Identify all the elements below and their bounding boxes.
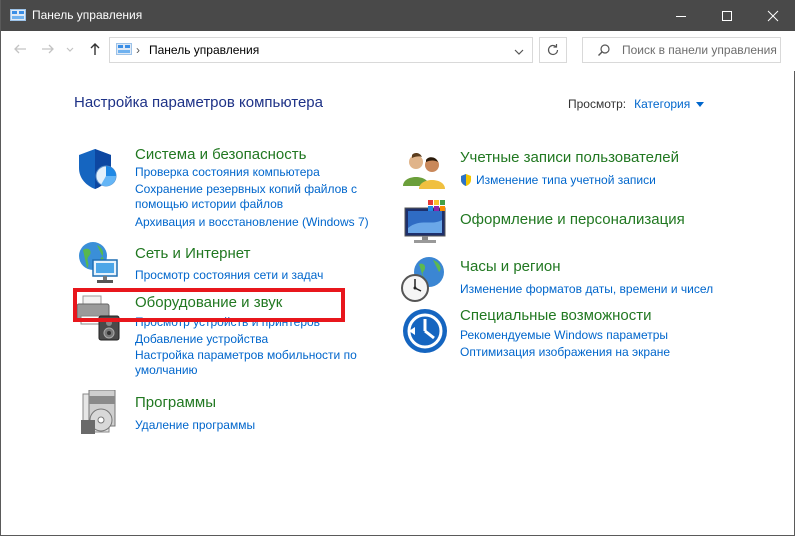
- monitor-palette-icon[interactable]: [402, 200, 450, 251]
- view-by-dropdown[interactable]: Категория: [634, 97, 690, 111]
- refresh-button[interactable]: [539, 37, 567, 63]
- link-optimize-display[interactable]: Оптимизация изображения на экране: [460, 344, 670, 360]
- programs-disk-icon[interactable]: [79, 389, 119, 441]
- link-date-time-formats[interactable]: Изменение форматов даты, времени и чисел: [460, 281, 713, 297]
- navigation-bar: › Панель управления Поиск в панели управ…: [1, 31, 795, 71]
- search-placeholder[interactable]: Поиск в панели управления: [622, 43, 777, 57]
- search-box[interactable]: Поиск в панели управления: [582, 37, 781, 63]
- back-arrow-icon[interactable]: [12, 41, 30, 59]
- minimize-button[interactable]: [658, 0, 704, 31]
- maximize-button[interactable]: [704, 0, 750, 31]
- link-backup-file-history-cont[interactable]: помощью истории файлов: [135, 196, 283, 212]
- up-arrow-icon[interactable]: [87, 41, 105, 59]
- chevron-down-icon[interactable]: [514, 44, 524, 62]
- link-mobility-settings-cont[interactable]: умолчанию: [135, 362, 198, 378]
- address-bar[interactable]: › Панель управления: [109, 37, 533, 63]
- shield-icon[interactable]: [75, 146, 121, 197]
- category-ease-of-access[interactable]: Специальные возможности: [460, 307, 652, 324]
- close-button[interactable]: [750, 0, 795, 31]
- recent-locations-chevron-icon[interactable]: [65, 41, 77, 59]
- link-change-account-type[interactable]: Изменение типа учетной записи: [476, 172, 656, 188]
- link-add-device[interactable]: Добавление устройства: [135, 331, 268, 347]
- highlight-annotation-box: [73, 288, 345, 322]
- category-appearance-personalization[interactable]: Оформление и персонализация: [460, 211, 685, 228]
- view-by-control: Просмотр: Категория: [568, 97, 705, 111]
- link-uninstall-program[interactable]: Удаление программы: [135, 417, 255, 433]
- category-programs[interactable]: Программы: [135, 394, 216, 411]
- link-backup-restore[interactable]: Архивация и восстановление (Windows 7): [135, 214, 369, 230]
- search-icon: [598, 44, 610, 56]
- address-path[interactable]: Панель управления: [149, 43, 259, 57]
- breadcrumb-separator-icon: ›: [136, 43, 140, 57]
- control-panel-icon: [10, 9, 26, 27]
- link-mobility-settings[interactable]: Настройка параметров мобильности по: [135, 347, 357, 363]
- category-network-internet[interactable]: Сеть и Интернет: [135, 245, 251, 262]
- clock-globe-icon[interactable]: [401, 256, 449, 309]
- user-accounts-icon[interactable]: [402, 150, 448, 195]
- control-panel-window: Панель управления › Панель управления По…: [0, 0, 795, 536]
- uac-shield-icon: [459, 173, 473, 192]
- title-bar[interactable]: Панель управления: [1, 0, 795, 31]
- category-clock-region[interactable]: Часы и регион: [460, 258, 561, 275]
- dropdown-arrow-icon[interactable]: [696, 102, 705, 108]
- category-user-accounts[interactable]: Учетные записи пользователей: [460, 149, 679, 166]
- network-globe-icon[interactable]: [75, 240, 125, 291]
- link-recommended-settings[interactable]: Рекомендуемые Windows параметры: [460, 327, 668, 343]
- forward-arrow-icon[interactable]: [40, 41, 58, 59]
- link-network-status[interactable]: Просмотр состояния сети и задач: [135, 267, 323, 283]
- refresh-icon: [547, 44, 559, 56]
- link-backup-file-history[interactable]: Сохранение резервных копий файлов с: [135, 181, 357, 197]
- page-title: Настройка параметров компьютера: [74, 94, 323, 111]
- category-system-security[interactable]: Система и безопасность: [135, 146, 306, 163]
- window-title: Панель управления: [32, 8, 143, 22]
- control-panel-icon: [116, 43, 132, 61]
- ease-of-access-icon[interactable]: [402, 308, 448, 359]
- link-check-computer-status[interactable]: Проверка состояния компьютера: [135, 164, 320, 180]
- view-by-label: Просмотр:: [568, 97, 627, 111]
